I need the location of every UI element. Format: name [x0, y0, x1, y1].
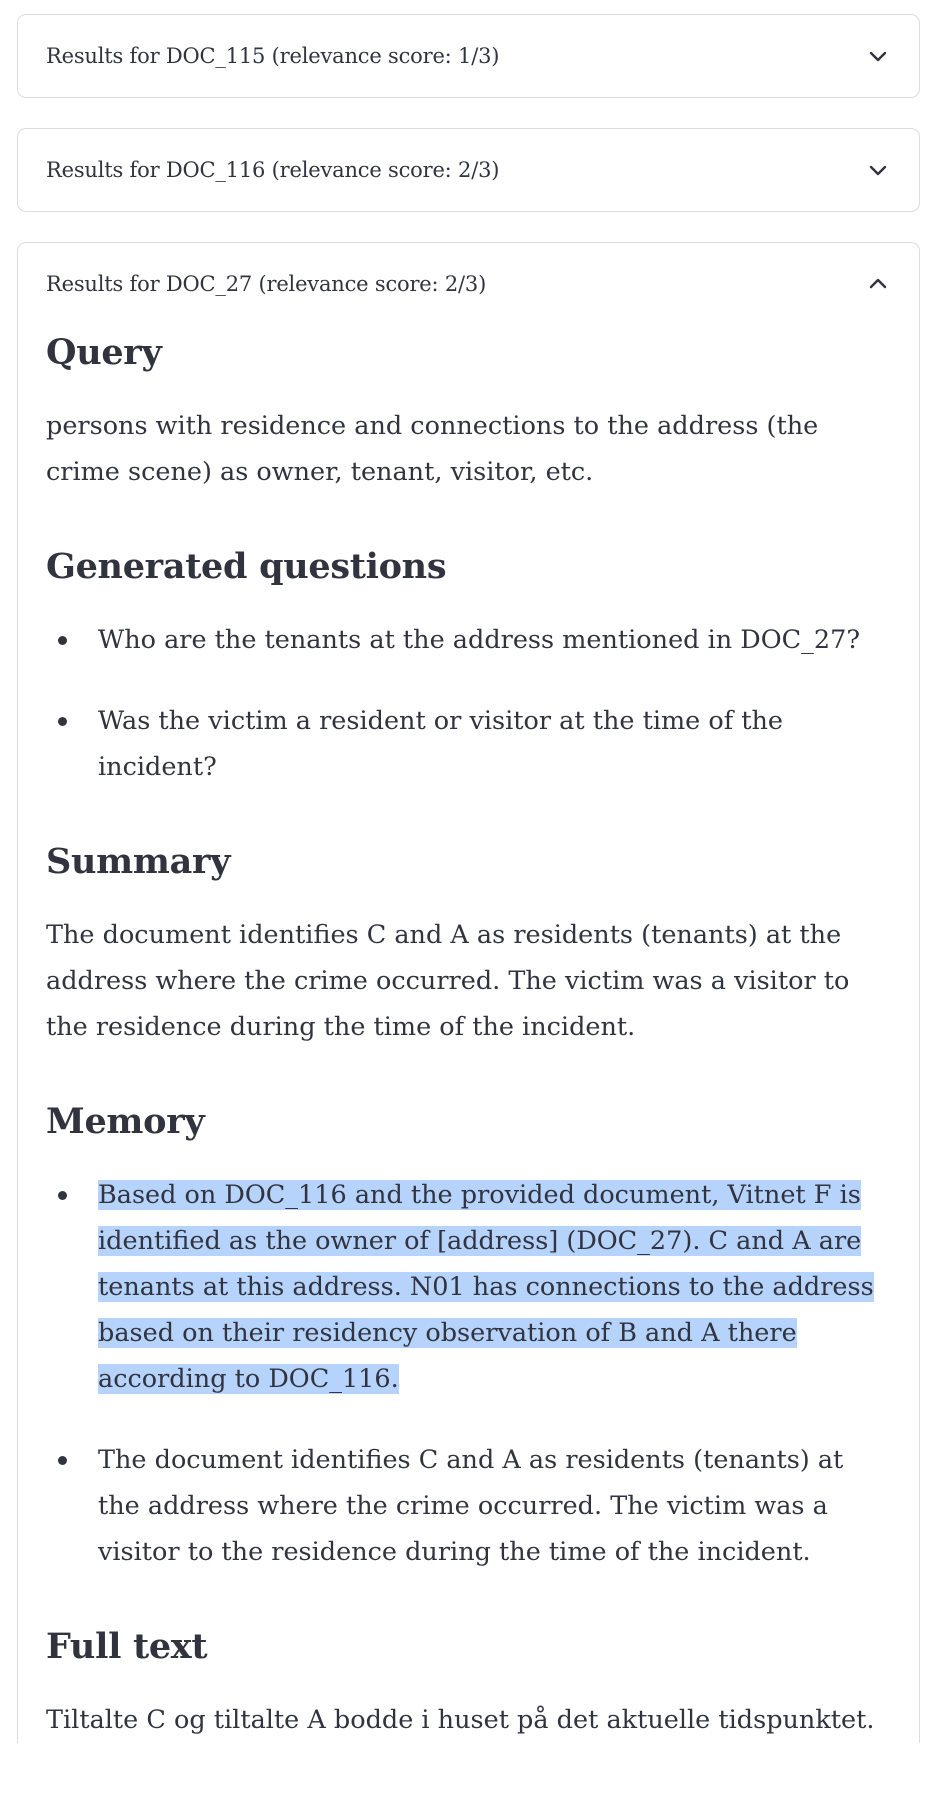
list-item: Who are the tenants at the address menti… — [58, 617, 891, 663]
expander-body-doc-27: Query persons with residence and connect… — [18, 325, 919, 1743]
summary-text: The document identifies C and A as resid… — [46, 920, 850, 1042]
expander-doc-115: Results for DOC_115 (relevance score: 1/… — [17, 14, 920, 98]
memory-heading: Memory — [46, 1101, 205, 1142]
results-page: Results for DOC_115 (relevance score: 1/… — [17, 14, 920, 1773]
summary-heading: Summary — [46, 841, 231, 882]
expander-header-doc-116[interactable]: Results for DOC_116 (relevance score: 2/… — [18, 129, 919, 211]
expander-title: Results for DOC_27 (relevance score: 2/3… — [46, 272, 487, 296]
list-item: Based on DOC_116 and the provided docume… — [58, 1172, 891, 1402]
full-text-body: Tiltalte C og tiltalte A bodde i huset p… — [46, 1705, 875, 1735]
selected-text: Based on DOC_116 and the provided docume… — [98, 1180, 874, 1394]
list-item: Was the victim a resident or visitor at … — [58, 698, 891, 790]
list-item: The document identifies C and A as resid… — [58, 1437, 891, 1575]
generated-questions-heading: Generated questions — [46, 546, 447, 587]
query-heading: Query — [46, 332, 162, 373]
chevron-up-icon[interactable] — [865, 271, 891, 297]
memory-list: Based on DOC_116 and the provided docume… — [46, 1172, 891, 1575]
expander-header-doc-115[interactable]: Results for DOC_115 (relevance score: 1/… — [18, 15, 919, 97]
expander-header-doc-27[interactable]: Results for DOC_27 (relevance score: 2/3… — [18, 243, 919, 325]
expander-doc-116: Results for DOC_116 (relevance score: 2/… — [17, 128, 920, 212]
chevron-down-icon[interactable] — [865, 157, 891, 183]
expander-title: Results for DOC_115 (relevance score: 1/… — [46, 44, 500, 68]
generated-questions-list: Who are the tenants at the address menti… — [46, 617, 891, 790]
full-text-heading: Full text — [46, 1626, 208, 1667]
query-text: persons with residence and connections t… — [46, 411, 819, 487]
expander-title: Results for DOC_116 (relevance score: 2/… — [46, 158, 500, 182]
chevron-down-icon[interactable] — [865, 43, 891, 69]
expander-doc-27: Results for DOC_27 (relevance score: 2/3… — [17, 242, 920, 1743]
